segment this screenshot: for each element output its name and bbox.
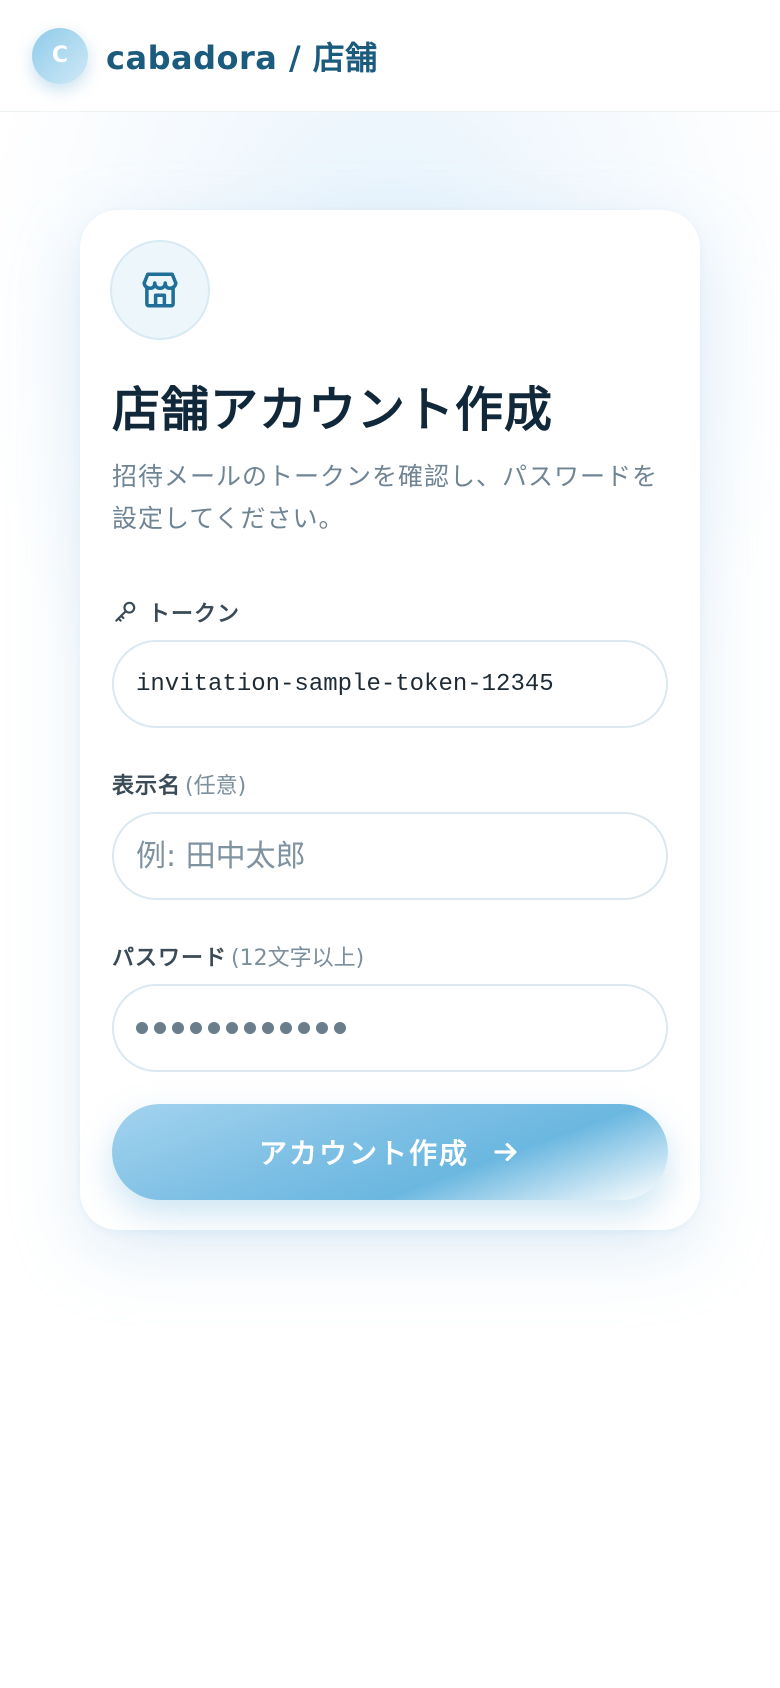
password-mask-dot xyxy=(280,1022,292,1034)
logo-avatar[interactable]: C xyxy=(32,27,88,84)
password-mask-dot xyxy=(244,1022,256,1034)
page-title: 店舗アカウント作成 xyxy=(112,382,554,438)
password-mask-dot xyxy=(190,1022,202,1034)
password-mask-dot xyxy=(316,1022,328,1034)
create-account-button[interactable]: アカウント作成 xyxy=(112,1104,668,1200)
password-mask-dot xyxy=(298,1022,310,1034)
display-name-input[interactable] xyxy=(112,812,668,900)
signup-card: 店舗アカウント作成 招待メールのトークンを確認し、パスワードを設定してください。… xyxy=(80,210,700,1230)
key-icon xyxy=(112,599,138,625)
display-name-label: 表示名 (任意) xyxy=(112,768,246,800)
password-mask-dot xyxy=(136,1022,148,1034)
password-mask-dot xyxy=(334,1022,346,1034)
password-label: パスワード (12文字以上) xyxy=(112,940,364,972)
token-input[interactable] xyxy=(112,640,668,728)
page: C cabadora / 店舗 店舗アカウント作成 招待メールのトークンを確認し… xyxy=(0,0,780,1688)
arrow-right-icon xyxy=(491,1137,521,1167)
brand-title: cabadora / 店舗 xyxy=(106,38,378,77)
password-hint: (12文字以上) xyxy=(231,946,365,971)
password-mask-dot xyxy=(262,1022,274,1034)
store-icon xyxy=(142,272,178,308)
display-name-hint: (任意) xyxy=(185,774,247,799)
password-input[interactable] xyxy=(112,984,668,1072)
password-label-text: パスワード xyxy=(112,946,228,971)
logo-letter: C xyxy=(51,43,69,68)
password-mask-dot xyxy=(154,1022,166,1034)
token-label: トークン xyxy=(112,596,240,628)
store-badge xyxy=(110,240,210,340)
create-account-button-label: アカウント作成 xyxy=(258,1138,469,1169)
page-description: 招待メールのトークンを確認し、パスワードを設定してください。 xyxy=(112,462,659,533)
password-mask-dot xyxy=(208,1022,220,1034)
password-mask-dot xyxy=(172,1022,184,1034)
display-name-label-text: 表示名 xyxy=(112,774,182,799)
password-mask-dot xyxy=(226,1022,238,1034)
token-label-text: トークン xyxy=(148,602,241,627)
app-header: C cabadora / 店舗 xyxy=(0,0,780,112)
